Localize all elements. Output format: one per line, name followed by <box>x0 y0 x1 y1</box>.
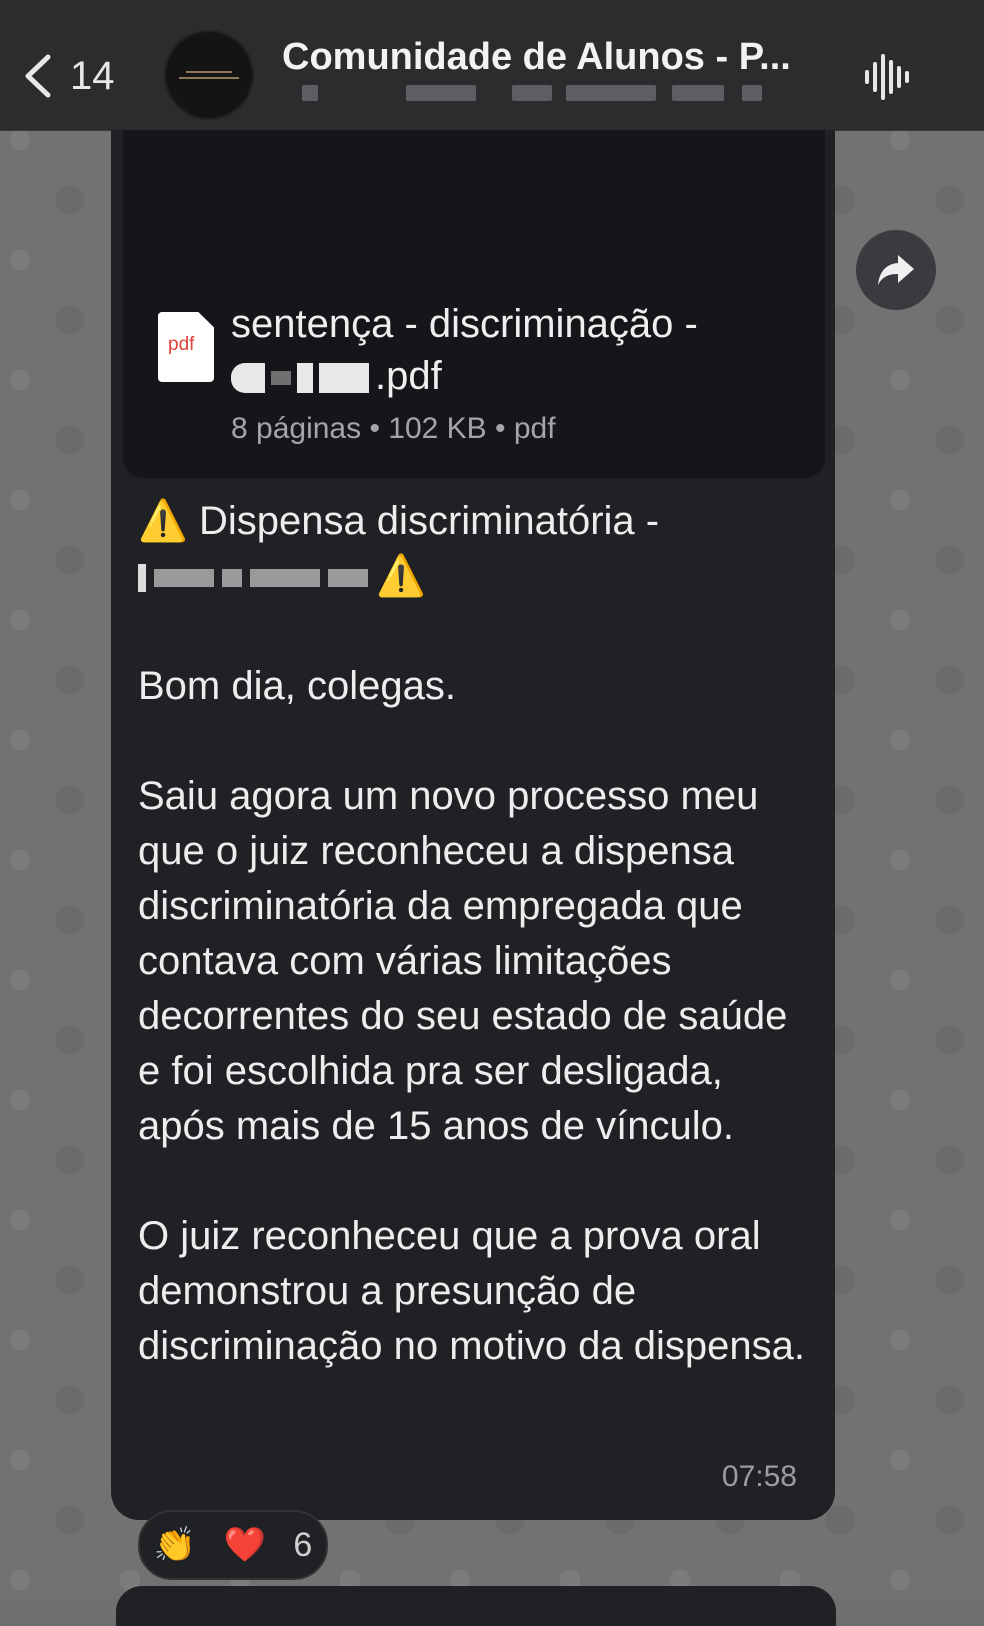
redacted-text <box>319 363 369 394</box>
redacted-text <box>250 569 320 588</box>
next-message-bubble[interactable] <box>116 1586 836 1626</box>
paragraph-1: Saiu agora um novo processo meu que o ju… <box>138 774 788 1148</box>
warning-icon: ⚠️ <box>376 554 426 598</box>
subtitle-redacted <box>672 85 724 101</box>
group-avatar[interactable] <box>164 30 254 120</box>
pdf-file-icon: pdf <box>158 312 214 382</box>
subtitle-redacted <box>302 85 318 101</box>
chat-header: 14 Comunidade de Alunos - P... <box>0 0 984 131</box>
message-text: ⚠️ Dispensa discriminatória - ⚠️ Bom dia… <box>138 494 818 1374</box>
document-name[interactable]: sentença - discriminação - .pdf <box>231 298 791 402</box>
document-meta: 8 páginas • 102 KB • pdf <box>231 412 556 445</box>
back-button[interactable]: 14 <box>20 46 130 106</box>
heading-text: Dispensa discriminatória - <box>198 499 660 543</box>
subtitle-redacted <box>406 85 476 101</box>
warning-icon: ⚠️ <box>138 499 188 543</box>
reactions-bar[interactable]: 👏 ❤️ 6 <box>138 1510 328 1580</box>
document-name-suffix: .pdf <box>375 354 442 398</box>
document-attachment[interactable]: pdf sentença - discriminação - .pdf 8 pá… <box>123 130 825 478</box>
message-bubble[interactable]: pdf sentença - discriminação - .pdf 8 pá… <box>111 130 835 1520</box>
message-heading: ⚠️ Dispensa discriminatória - <box>138 494 818 549</box>
voice-chat-icon[interactable] <box>862 52 912 102</box>
clap-emoji[interactable]: 👏 <box>154 1525 196 1565</box>
reaction-count: 6 <box>293 1525 313 1564</box>
heading-redacted-line: ⚠️ <box>138 549 818 604</box>
heart-emoji[interactable]: ❤️ <box>224 1525 266 1565</box>
chat-title[interactable]: Comunidade de Alunos - P... <box>282 36 822 79</box>
greeting-text: Bom dia, colegas. <box>138 664 456 708</box>
unread-count: 14 <box>70 53 115 98</box>
redacted-text <box>297 363 313 394</box>
paragraph-2: O juiz reconheceu que a prova oral demon… <box>138 1214 806 1368</box>
subtitle-redacted <box>742 85 762 101</box>
subtitle-redacted <box>512 85 552 101</box>
forward-button[interactable] <box>856 230 936 310</box>
document-name-prefix: sentença - discriminação - <box>231 302 698 346</box>
redacted-text <box>154 569 214 588</box>
redacted-text <box>231 363 265 394</box>
redacted-text <box>138 564 146 593</box>
chevron-left-icon <box>25 54 51 98</box>
redacted-text <box>271 371 291 386</box>
pdf-icon-label: pdf <box>168 334 195 355</box>
redacted-text <box>222 569 242 588</box>
message-time: 07:58 <box>721 1460 797 1493</box>
redacted-text <box>328 569 368 588</box>
share-arrow-icon <box>878 255 914 285</box>
subtitle-redacted <box>566 85 656 101</box>
